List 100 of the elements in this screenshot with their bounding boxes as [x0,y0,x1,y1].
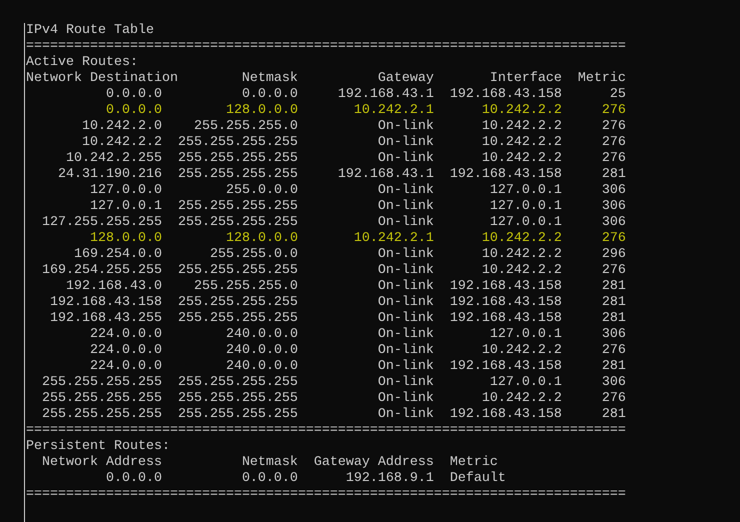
section-heading: Active Routes: [26,55,139,71]
column-header: Metric [450,455,499,471]
route-cell-text: On-link [376,295,434,311]
route-cell-text: 255.255.255.255 [176,311,298,327]
route-cell-text: 255.255.255.255 [176,135,298,151]
route-cell-text: 127.0.0.1 [488,215,562,231]
separator-line: =========================================================================== [26,39,627,55]
column-header: Network Destination [26,71,179,87]
route-cell-text: 25 [608,87,626,103]
route-cell-text: 0.0.0.0 [104,87,162,103]
route-cell-text: 306 [600,375,626,391]
route-cell-text: 169.254.255.255 [40,263,162,279]
route-cell-text: 255.255.255.255 [40,407,162,423]
column-header: Netmask [240,455,298,471]
route-cell-text: 255.255.255.255 [176,375,298,391]
route-cell-text: 281 [600,167,626,183]
route-cell-text: 0.0.0.0 [240,87,298,103]
route-cell-text: 240.0.0.0 [224,359,298,375]
route-cell-text: 127.0.0.1 [488,375,562,391]
route-cell-text: 224.0.0.0 [88,359,162,375]
route-cell-text: 255.255.255.255 [176,295,298,311]
route-cell-text: On-link [376,135,434,151]
route-cell-text: 281 [600,407,626,423]
route-cell-text: 24.31.190.216 [56,167,162,183]
column-header: Metric [576,71,626,87]
route-cell-text: On-link [376,359,434,375]
route-cell-text: 192.168.43.158 [448,87,562,103]
route-cell-text: 281 [600,311,626,327]
route-cell-text: 276 [600,263,626,279]
route-cell-text: 10.242.2.1 [352,103,434,119]
route-cell-text: 10.242.2.2 [80,135,162,151]
route-cell-text: On-link [376,215,434,231]
route-cell-text: 255.0.0.0 [224,183,298,199]
route-cell-text: 276 [600,119,626,135]
route-cell-text: On-link [376,311,434,327]
route-cell-text: On-link [376,119,434,135]
route-cell-text: 10.242.2.2 [480,103,562,119]
route-cell-text: 255.255.255.255 [40,391,162,407]
route-cell-text: 306 [600,215,626,231]
route-cell-text: On-link [376,375,434,391]
route-cell-text: 224.0.0.0 [88,327,162,343]
route-cell-text: 127.0.0.1 [488,183,562,199]
route-cell-text: 127.0.0.0 [88,183,162,199]
route-cell-text: 276 [600,391,626,407]
route-cell-text: 224.0.0.0 [88,343,162,359]
route-cell-text: 306 [600,183,626,199]
route-cell-text: 0.0.0.0 [104,471,162,487]
route-cell-text: 128.0.0.0 [88,231,162,247]
route-cell-text: 192.168.43.158 [448,167,562,183]
route-cell-text: 127.0.0.1 [488,199,562,215]
route-cell-text: 127.0.0.1 [88,199,162,215]
route-cell-text: 10.242.2.2 [480,151,562,167]
route-cell-text: 169.254.0.0 [72,247,162,263]
route-cell-text: 10.242.2.2 [480,135,562,151]
route-cell-text: 10.242.2.2 [480,119,562,135]
column-header: Interface [488,71,562,87]
route-cell-text: 255.255.255.0 [192,279,298,295]
route-cell-text: 255.255.255.255 [176,407,298,423]
route-cell-text: 276 [600,343,626,359]
route-cell-text: 255.255.255.255 [176,151,298,167]
route-cell-text: 192.168.43.158 [448,311,562,327]
route-cell-text: On-link [376,263,434,279]
route-cell-text: 255.255.255.255 [176,391,298,407]
route-cell-text: 255.255.255.255 [176,167,298,183]
route-cell-text: 296 [600,247,626,263]
separator-line: =========================================================================== [26,423,627,439]
route-cell-text: On-link [376,279,434,295]
route-cell-text: 255.255.255.255 [176,199,298,215]
route-cell-text: 255.255.255.255 [40,375,162,391]
route-cell-text: 192.168.43.1 [336,167,434,183]
route-cell-text: 240.0.0.0 [224,343,298,359]
route-cell-text: 127.0.0.1 [488,327,562,343]
route-cell-text: 128.0.0.0 [224,103,298,119]
route-cell-text: 192.168.43.158 [48,295,162,311]
route-cell-text: 10.242.2.2 [480,343,562,359]
route-cell-text: 255.255.0.0 [208,247,298,263]
route-cell-text: 255.255.255.255 [176,215,298,231]
route-cell-text: 255.255.255.0 [192,119,298,135]
route-cell-text: 10.242.2.2 [480,391,562,407]
route-cell-text: 192.168.43.158 [448,359,562,375]
route-cell-text: 10.242.2.2 [480,263,562,279]
column-header: Gateway Address [312,455,434,471]
column-header: Gateway [376,71,434,87]
column-header: Network Address [40,455,162,471]
route-cell-text: On-link [376,343,434,359]
route-cell-text: 0.0.0.0 [104,103,162,119]
route-cell-text: 306 [600,199,626,215]
route-cell-text: On-link [376,327,434,343]
route-cell-text: 10.242.2.255 [64,151,162,167]
route-cell-text: 276 [600,135,626,151]
route-cell-text: On-link [376,391,434,407]
table-title: IPv4 Route Table [26,23,155,39]
route-cell-text: 127.255.255.255 [40,215,162,231]
route-cell-text: 276 [600,103,626,119]
route-cell-text: 281 [600,359,626,375]
route-cell-text: 192.168.43.1 [336,87,434,103]
route-cell-text: On-link [376,151,434,167]
route-cell-text: 192.168.43.158 [448,295,562,311]
route-cell-text: 240.0.0.0 [224,327,298,343]
route-cell-text: 281 [600,279,626,295]
